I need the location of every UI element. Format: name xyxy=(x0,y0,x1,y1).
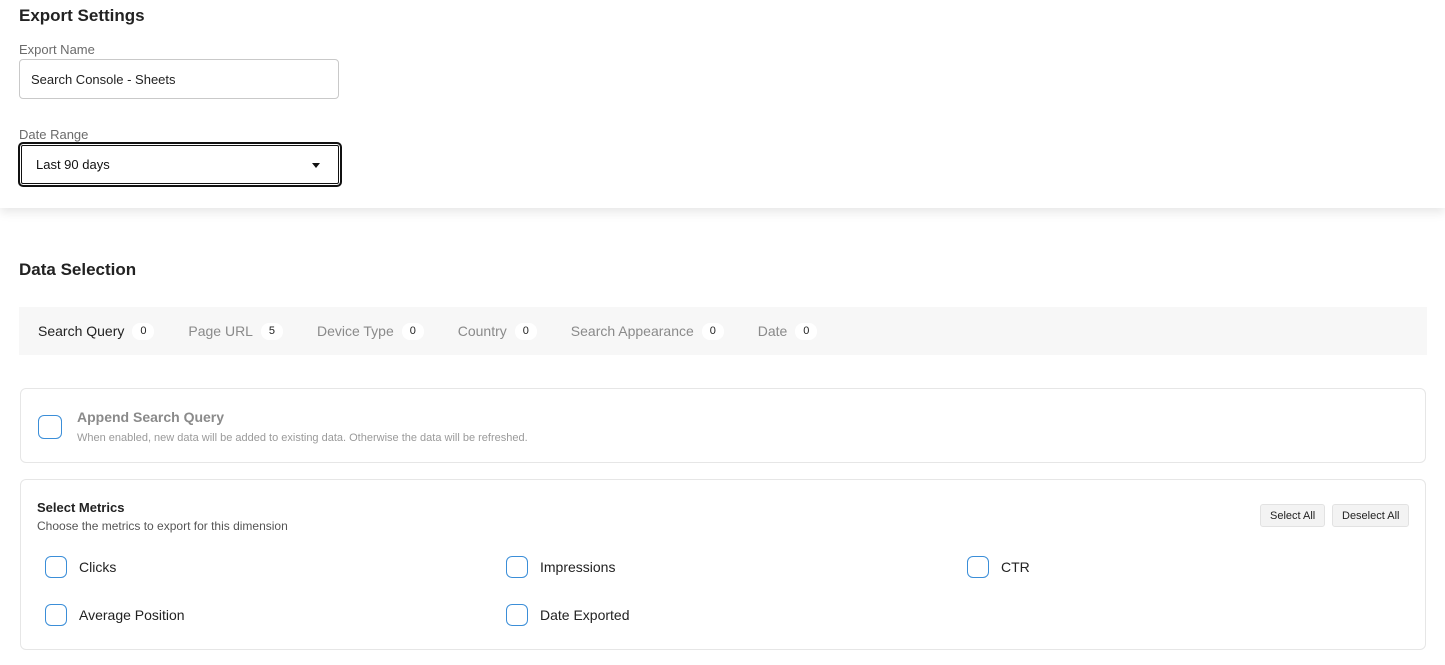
append-option-title: Append Search Query xyxy=(77,409,225,425)
metric-checkbox[interactable] xyxy=(967,556,989,578)
metric-label: Clicks xyxy=(79,559,117,575)
tab-date[interactable]: Date 0 xyxy=(757,322,818,340)
metric-average-position[interactable]: Average Position xyxy=(45,604,185,626)
metric-label: CTR xyxy=(1001,559,1030,575)
append-option-card: Append Search Query When enabled, new da… xyxy=(20,388,1426,463)
metrics-title: Select Metrics xyxy=(37,500,125,515)
date-range-label: Date Range xyxy=(19,127,89,142)
date-range-select[interactable]: Last 90 days xyxy=(18,142,342,187)
data-selection-area: Data Selection Search Query 0 Page URL 5… xyxy=(0,208,1445,665)
metric-label: Date Exported xyxy=(540,607,630,623)
export-settings-panel: Export Settings Export Name Date Range L… xyxy=(0,0,1445,208)
select-all-button[interactable]: Select All xyxy=(1260,504,1326,527)
metric-checkbox[interactable] xyxy=(506,604,528,626)
metric-checkbox[interactable] xyxy=(506,556,528,578)
tab-count-badge: 0 xyxy=(401,322,424,340)
tab-label: Date xyxy=(757,323,788,339)
caret-down-icon xyxy=(312,163,320,168)
tab-search-appearance[interactable]: Search Appearance 0 xyxy=(570,322,724,340)
metric-checkbox[interactable] xyxy=(45,604,67,626)
deselect-all-button[interactable]: Deselect All xyxy=(1332,504,1410,527)
tab-page-url[interactable]: Page URL 5 xyxy=(188,322,283,340)
append-option-description: When enabled, new data will be added to … xyxy=(77,432,528,444)
metric-impressions[interactable]: Impressions xyxy=(506,556,615,578)
data-selection-title: Data Selection xyxy=(19,260,137,279)
tab-count-badge: 5 xyxy=(260,322,283,340)
metric-date-exported[interactable]: Date Exported xyxy=(506,604,630,626)
select-metrics-card: Select Metrics Choose the metrics to exp… xyxy=(20,479,1426,650)
export-name-input[interactable] xyxy=(19,59,339,99)
tab-count-badge: 0 xyxy=(514,322,537,340)
metric-ctr[interactable]: CTR xyxy=(967,556,1030,578)
tab-device-type[interactable]: Device Type 0 xyxy=(316,322,424,340)
tab-label: Device Type xyxy=(316,323,394,339)
export-name-label: Export Name xyxy=(19,42,95,57)
tab-count-badge: 0 xyxy=(795,322,818,340)
metric-clicks[interactable]: Clicks xyxy=(45,556,116,578)
tab-country[interactable]: Country 0 xyxy=(457,322,537,340)
tab-label: Page URL xyxy=(188,323,253,339)
tab-count-badge: 0 xyxy=(132,322,155,340)
metric-label: Impressions xyxy=(540,559,616,575)
dimension-tabs: Search Query 0 Page URL 5 Device Type 0 … xyxy=(19,307,1427,355)
tab-label: Search Query xyxy=(38,323,125,339)
date-range-value: Last 90 days xyxy=(36,157,110,172)
tab-search-query[interactable]: Search Query 0 xyxy=(38,322,155,340)
metric-checkbox[interactable] xyxy=(45,556,67,578)
tab-label: Search Appearance xyxy=(570,323,694,339)
export-settings-title: Export Settings xyxy=(19,6,145,25)
metric-label: Average Position xyxy=(79,607,185,623)
metrics-description: Choose the metrics to export for this di… xyxy=(37,519,288,533)
tab-label: Country xyxy=(457,323,507,339)
tab-count-badge: 0 xyxy=(701,322,724,340)
append-search-query-checkbox[interactable] xyxy=(38,415,62,439)
